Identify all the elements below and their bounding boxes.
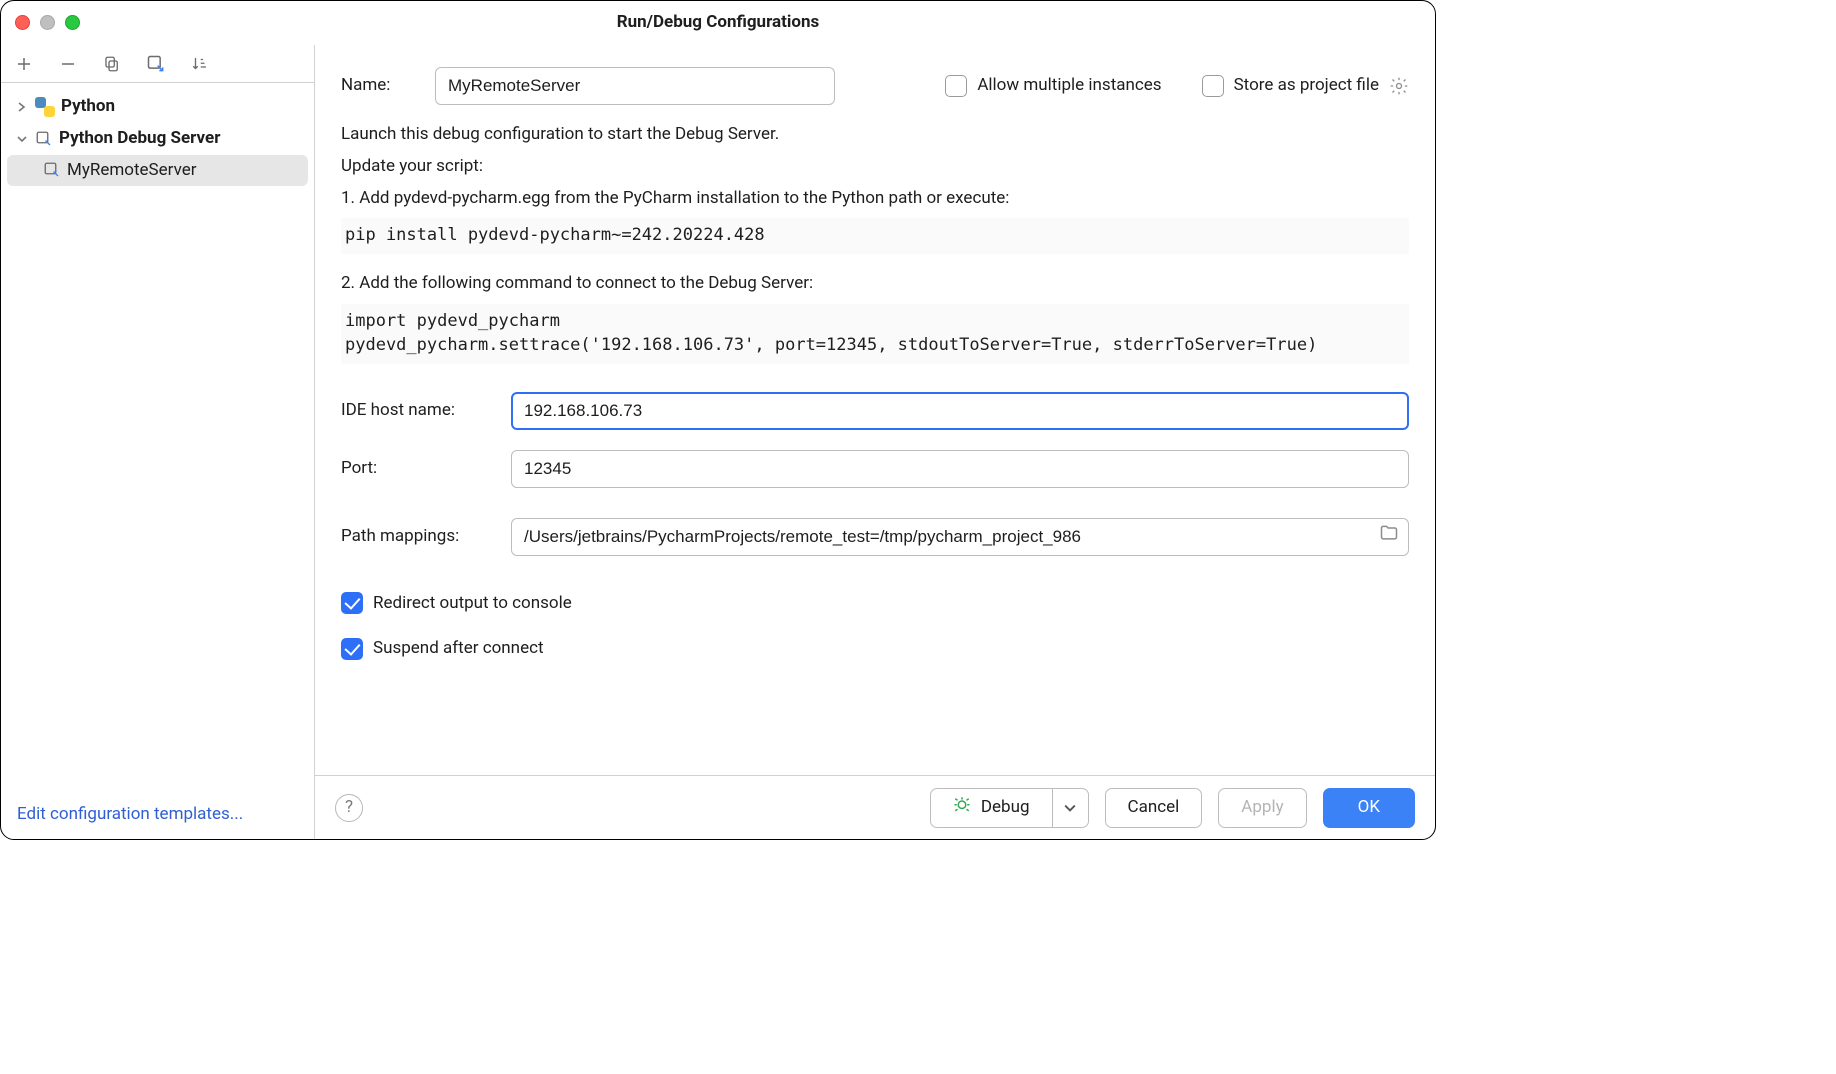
port-label: Port:	[341, 457, 491, 481]
options-checks: Redirect output to console Suspend after…	[341, 592, 1409, 662]
button-label: Debug	[981, 796, 1030, 820]
remove-config-button[interactable]	[57, 53, 79, 75]
button-label: Apply	[1241, 796, 1283, 820]
debug-config-icon	[35, 130, 53, 148]
sidebar-footer: Edit configuration templates...	[1, 791, 314, 839]
tree-node-debug-server[interactable]: Python Debug Server	[7, 123, 308, 155]
debug-split-button: Debug	[930, 788, 1089, 828]
save-template-button[interactable]	[145, 53, 167, 75]
button-label: OK	[1358, 796, 1380, 820]
port-row: Port:	[341, 450, 1409, 488]
path-mappings-row: Path mappings:	[341, 518, 1409, 556]
debug-button[interactable]: Debug	[930, 788, 1053, 828]
path-mappings-label: Path mappings:	[341, 525, 491, 549]
sidebar: Python Python Debug Server MyRemoteServ	[1, 45, 315, 839]
instruction-step1: 1. Add pydevd-pycharm.egg from the PyCha…	[341, 187, 1409, 211]
tree-label: MyRemoteServer	[67, 159, 196, 183]
store-project-checkbox[interactable]: Store as project file	[1202, 74, 1409, 98]
chevron-down-icon	[15, 134, 29, 144]
checkbox-icon	[341, 638, 363, 660]
button-label: Cancel	[1128, 796, 1180, 820]
debug-config-icon	[43, 161, 61, 179]
bug-icon	[953, 795, 971, 821]
tree-node-myremoteserver[interactable]: MyRemoteServer	[7, 155, 308, 187]
minimize-icon[interactable]	[40, 15, 55, 30]
config-tree: Python Python Debug Server MyRemoteServ	[1, 83, 314, 791]
checkbox-label: Store as project file	[1234, 74, 1379, 98]
header-checks: Allow multiple instances Store as projec…	[945, 74, 1409, 98]
checkbox-label: Redirect output to console	[373, 592, 572, 616]
path-mappings-input[interactable]	[511, 518, 1409, 556]
hostname-label: IDE host name:	[341, 399, 491, 423]
checkbox-icon	[1202, 75, 1224, 97]
name-input[interactable]	[435, 67, 835, 105]
instruction-step2: 2. Add the following command to connect …	[341, 272, 1409, 296]
window-title: Run/Debug Configurations	[617, 11, 820, 35]
maximize-icon[interactable]	[65, 15, 80, 30]
sidebar-toolbar	[1, 45, 314, 83]
redirect-output-checkbox[interactable]: Redirect output to console	[341, 592, 1409, 616]
name-row: Name: Allow multiple instances Store as …	[341, 67, 1409, 105]
debug-dropdown-button[interactable]	[1053, 788, 1089, 828]
main-panel: Name: Allow multiple instances Store as …	[315, 45, 1435, 839]
config-form: Name: Allow multiple instances Store as …	[315, 45, 1435, 775]
apply-button[interactable]: Apply	[1218, 788, 1306, 828]
checkbox-label: Allow multiple instances	[977, 74, 1161, 98]
ok-button[interactable]: OK	[1323, 788, 1415, 828]
name-label: Name:	[341, 74, 411, 98]
cancel-button[interactable]: Cancel	[1105, 788, 1203, 828]
titlebar: Run/Debug Configurations	[1, 1, 1435, 45]
checkbox-icon	[341, 592, 363, 614]
suspend-after-connect-checkbox[interactable]: Suspend after connect	[341, 637, 1409, 661]
checkbox-label: Suspend after connect	[373, 637, 544, 661]
close-icon[interactable]	[15, 15, 30, 30]
add-config-button[interactable]	[13, 53, 35, 75]
hostname-row: IDE host name:	[341, 392, 1409, 430]
window-controls	[15, 15, 80, 30]
allow-multiple-checkbox[interactable]: Allow multiple instances	[945, 74, 1161, 98]
chevron-right-icon	[15, 102, 29, 112]
port-input[interactable]	[511, 450, 1409, 488]
footer-buttons: Debug Cancel Apply OK	[930, 788, 1415, 828]
help-button[interactable]: ?	[335, 794, 363, 822]
dialog-body: Python Python Debug Server MyRemoteServ	[1, 45, 1435, 839]
sort-button[interactable]	[189, 53, 211, 75]
run-debug-config-dialog: Run/Debug Configurations	[0, 0, 1436, 840]
checkbox-icon	[945, 75, 967, 97]
tree-node-python[interactable]: Python	[7, 91, 308, 123]
python-icon	[35, 97, 55, 117]
edit-templates-link[interactable]: Edit configuration templates...	[17, 804, 243, 824]
folder-icon[interactable]	[1379, 523, 1399, 551]
connection-form: IDE host name: Port: Path mappings:	[341, 392, 1409, 662]
hostname-input[interactable]	[511, 392, 1409, 430]
pip-command: pip install pydevd-pycharm~=242.20224.42…	[341, 218, 1409, 254]
tree-label: Python	[61, 95, 115, 119]
python-command: import pydevd_pycharm pydevd_pycharm.set…	[341, 304, 1409, 364]
gear-icon[interactable]	[1389, 76, 1409, 96]
tree-label: Python Debug Server	[59, 127, 220, 151]
instruction-update: Update your script:	[341, 155, 1409, 179]
dialog-footer: ? Debug Cancel	[315, 775, 1435, 839]
instruction-intro: Launch this debug configuration to start…	[341, 123, 1409, 147]
copy-config-button[interactable]	[101, 53, 123, 75]
